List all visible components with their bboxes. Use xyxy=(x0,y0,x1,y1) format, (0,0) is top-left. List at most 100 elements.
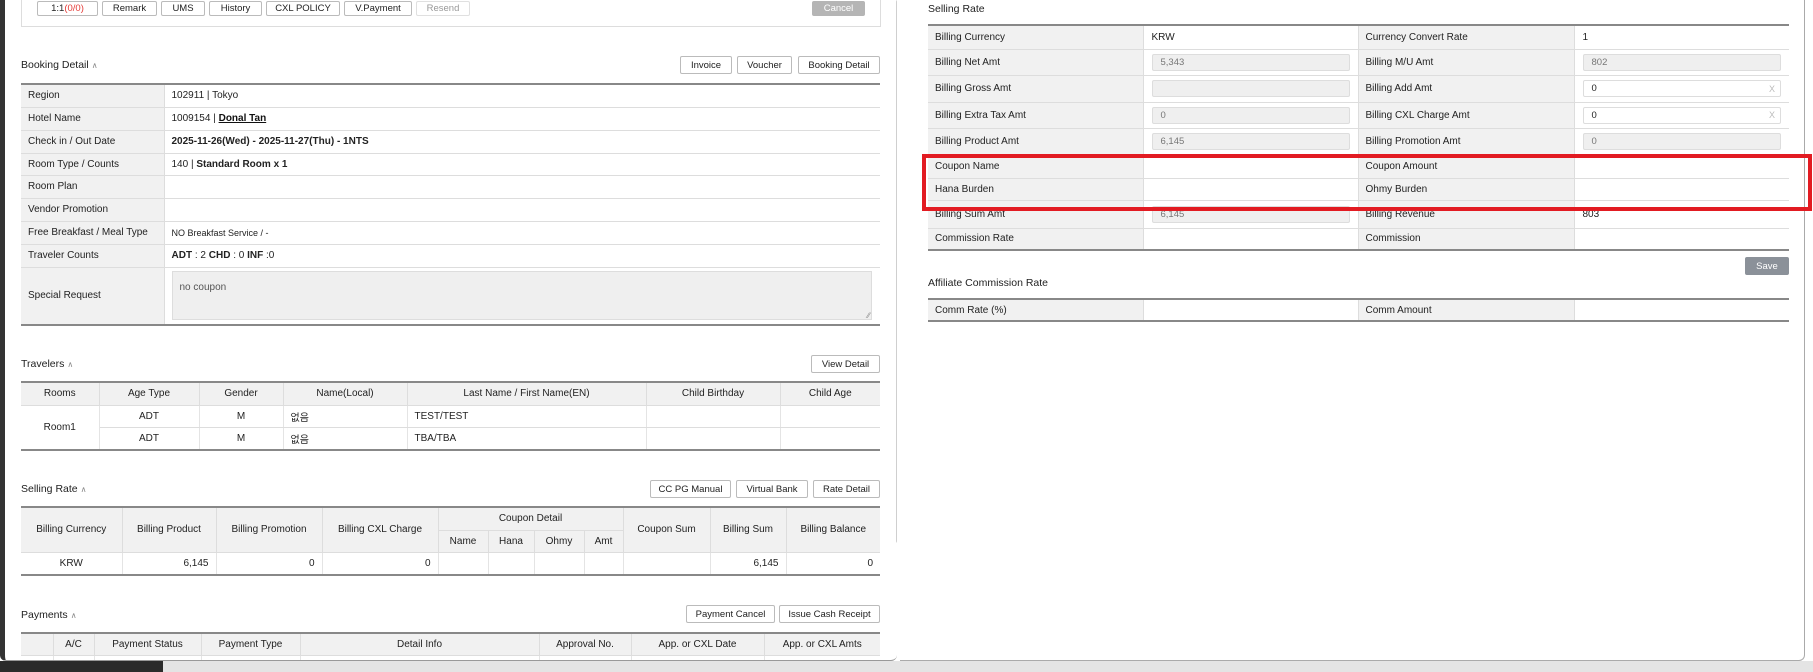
table-row: Traveler Counts ADT : 2 CHD : 0 INF :0 xyxy=(21,244,880,268)
input-value: 5,343 xyxy=(1160,56,1185,68)
clear-icon[interactable]: X xyxy=(1769,110,1775,120)
table-header: A/C Payment Status Payment Type Detail Info… xyxy=(21,633,880,656)
resend-button[interactable]: Resend xyxy=(416,1,470,16)
table-row: KRW 6,145 0 0 6,145 0 xyxy=(21,552,880,576)
field-label: Billing Product Amt xyxy=(928,128,1144,155)
remark-button[interactable]: Remark xyxy=(102,1,157,16)
field-value-cell: 803 xyxy=(1574,200,1789,229)
cancel-button[interactable]: Cancel xyxy=(812,1,865,16)
amount-input[interactable]: 0X xyxy=(1582,106,1781,124)
table-row xyxy=(21,655,880,660)
payments-table: A/C Payment Status Payment Type Detail Info… xyxy=(21,632,880,660)
input-value: 0 xyxy=(1160,109,1166,121)
field-label: Billing Currency xyxy=(928,25,1144,50)
table-row: Billing Sum Amt 6,145 Billing Revenue 803 xyxy=(928,200,1789,229)
input-value: 6,145 xyxy=(1160,135,1185,147)
input-value: 0 xyxy=(1591,135,1597,147)
scrollbar[interactable] xyxy=(896,0,897,543)
affiliate-commission-table: Comm Rate (%) Comm Amount xyxy=(928,298,1789,322)
field-value-cell xyxy=(1143,154,1358,179)
background-overlay xyxy=(163,661,1813,672)
chat-count: (0/0) xyxy=(64,3,84,14)
virtual-bank-button[interactable]: Virtual Bank xyxy=(736,480,808,498)
field-value-cell xyxy=(1143,228,1358,251)
table-row: Billing Gross Amt Billing Add Amt 0 X xyxy=(928,75,1789,103)
amount-input: 0 xyxy=(1151,106,1350,124)
table-row: Free Breakfast / Meal Type NO Breakfast S… xyxy=(21,221,880,245)
booking-detail-title[interactable]: Booking Detail ∧ xyxy=(21,59,98,71)
field-label: Billing Gross Amt xyxy=(928,75,1144,103)
field-value-cell xyxy=(1574,178,1789,201)
table-row: Hana Burden Ohmy Burden xyxy=(928,178,1789,201)
table-row: Room1 ADT M 없음 TEST/TEST xyxy=(21,405,880,451)
table-row: Room Type / Counts 140 | Standard Room x … xyxy=(21,153,880,176)
field-label: Ohmy Burden xyxy=(1357,178,1575,201)
selling-rate-table: Billing Currency Billing Product Billing… xyxy=(21,506,880,576)
field-value-cell: 0 xyxy=(1143,102,1358,129)
field-value-cell: 6,145 xyxy=(1143,200,1358,229)
clear-icon[interactable]: X xyxy=(1769,84,1775,94)
field-label: Billing CXL Charge Amt xyxy=(1357,102,1575,129)
field-value-cell xyxy=(1574,228,1789,251)
field-label: Billing Extra Tax Amt xyxy=(928,102,1144,129)
field-value-cell: 1 xyxy=(1574,25,1789,50)
field-value-cell: 6,145 xyxy=(1143,128,1358,155)
field-label: Coupon Name xyxy=(928,154,1144,179)
table-header: Billing Currency Billing Product Billing… xyxy=(21,507,880,553)
table-row: Hotel Name 1009154 | Donal Tan xyxy=(21,107,880,131)
ums-button[interactable]: UMS xyxy=(161,1,205,16)
issue-cash-receipt-button[interactable]: Issue Cash Receipt xyxy=(779,605,880,623)
action-bar: 1:1 (0/0) Remark UMS History CXL POLICY … xyxy=(21,0,881,27)
table-row: Region 102911 | Tokyo xyxy=(21,84,880,108)
field-label: Billing Promotion Amt xyxy=(1357,128,1575,155)
special-request-textarea[interactable]: no coupon ∕∕ xyxy=(171,271,872,321)
v-payment-button[interactable]: V.Payment xyxy=(344,1,412,16)
field-label: Commission xyxy=(1357,228,1575,251)
view-detail-button[interactable]: View Detail xyxy=(811,355,880,373)
table-row: Vendor Promotion xyxy=(21,198,880,222)
selling-rate-detail-table: Billing Currency KRW Currency Convert Rate… xyxy=(928,24,1789,251)
amount-input[interactable]: 0X xyxy=(1582,80,1781,97)
booking-detail-button[interactable]: Booking Detail xyxy=(798,56,880,74)
field-value-cell: 0X xyxy=(1574,102,1789,129)
table-row: Special Request no coupon ∕∕ xyxy=(21,267,880,326)
voucher-button[interactable]: Voucher xyxy=(737,56,792,74)
field-label: Billing Net Amt xyxy=(928,49,1144,76)
hotel-name-link[interactable]: Donal Tan xyxy=(219,113,267,124)
field-label: Hana Burden xyxy=(928,178,1144,201)
selling-rate-panel: Selling Rate Billing Currency KRW Currency… xyxy=(900,0,1805,661)
travelers-title[interactable]: Travelers ∧ xyxy=(21,358,73,370)
payment-cancel-button[interactable]: Payment Cancel xyxy=(686,605,775,623)
table-row: Coupon Name Coupon Amount xyxy=(928,154,1789,179)
table-row: Billing Currency KRW Currency Convert Rate… xyxy=(928,25,1789,50)
field-label: Billing Sum Amt xyxy=(928,200,1144,229)
chat-button[interactable]: 1:1 (0/0) xyxy=(37,1,98,16)
selling-rate-title[interactable]: Selling Rate ∧ xyxy=(21,483,86,495)
resize-handle-icon[interactable]: ∕∕ xyxy=(867,311,870,320)
amount-input: 6,145 xyxy=(1151,205,1350,223)
field-label: Billing M/U Amt xyxy=(1357,49,1575,76)
field-value-cell: KRW xyxy=(1143,25,1358,50)
history-button[interactable]: History xyxy=(209,1,262,16)
field-value-cell: 0X xyxy=(1574,75,1789,103)
field-label: Coupon Amount xyxy=(1357,154,1575,179)
cc-pg-manual-button[interactable]: CC PG Manual xyxy=(650,480,731,498)
field-label: Commission Rate xyxy=(928,228,1144,251)
table-row: Billing Product Amt 6,145 Billing Promotio… xyxy=(928,128,1789,155)
field-value-cell xyxy=(1143,178,1358,201)
field-value-cell: 0 xyxy=(1574,128,1789,155)
field-value-cell xyxy=(1143,75,1358,103)
background-dark-strip xyxy=(0,661,163,672)
invoice-button[interactable]: Invoice xyxy=(680,56,732,74)
table-row: Check in / Out Date 2025-11-26(Wed) - 202… xyxy=(21,130,880,154)
input-value: 802 xyxy=(1591,56,1608,68)
field-value-cell: 802 xyxy=(1574,49,1789,76)
save-button[interactable]: Save xyxy=(1745,257,1789,275)
cxl-policy-button[interactable]: CXL POLICY xyxy=(266,1,340,16)
booking-detail-table: Region 102911 | Tokyo Hotel Name 1009154 |… xyxy=(21,83,880,326)
amount-input: 6,145 xyxy=(1151,132,1350,150)
rate-detail-button[interactable]: Rate Detail xyxy=(813,480,880,498)
amount-input: 0 xyxy=(1582,132,1781,150)
chevron-up-icon: ∧ xyxy=(80,485,87,494)
payments-title[interactable]: Payments ∧ xyxy=(21,609,77,621)
